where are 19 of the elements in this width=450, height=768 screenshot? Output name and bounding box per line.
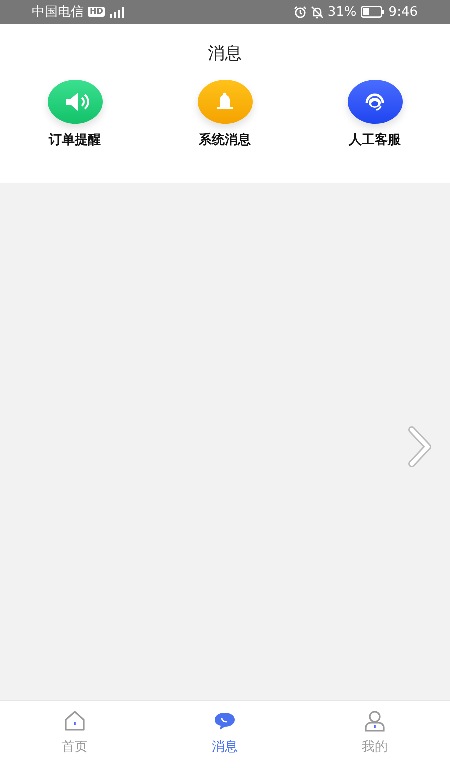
home-icon [64,710,86,732]
signal-icon [109,6,126,18]
entry-label[interactable]: 系统消息 [199,131,251,149]
clock-time: 9:46 [388,4,418,20]
battery-icon [360,6,385,18]
entry-label[interactable]: 人工客服 [349,131,401,149]
carrier-name: 中国电信 [32,4,84,21]
tab-item[interactable]: 消息 [175,701,275,768]
chevron-right-icon[interactable] [406,426,434,468]
alarm-clock-icon [294,6,307,18]
speaker-icon[interactable] [48,80,102,124]
muted-bell-icon [310,6,324,18]
hd-badge: HD [88,7,106,17]
person-icon [364,710,386,732]
page-title: 消息 [208,43,242,66]
headset-icon[interactable] [348,80,402,124]
entry-label[interactable]: 订单提醒 [49,131,101,149]
bell-icon[interactable] [198,80,252,124]
battery-percent: 31% [328,4,357,20]
